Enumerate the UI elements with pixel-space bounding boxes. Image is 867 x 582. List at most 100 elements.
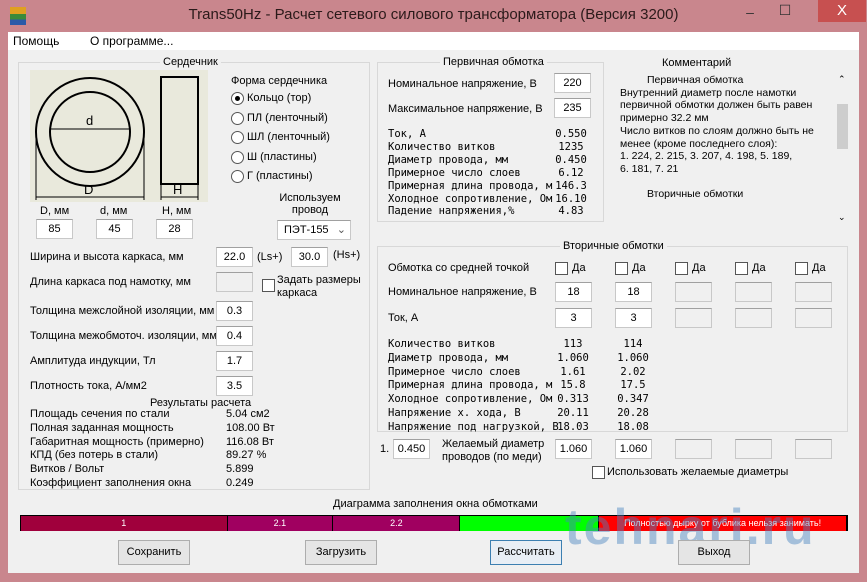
menu-about[interactable]: О программе... <box>90 34 173 48</box>
param-label: Амплитуда индукции, Тл <box>30 355 156 367</box>
shape-label: ПЛ (ленточный) <box>247 111 328 124</box>
ls-label: (Ls+) <box>257 251 283 263</box>
dim-H-input[interactable]: 28 <box>156 219 193 239</box>
secondary-col2-value: 2.02 <box>620 365 646 378</box>
calculate-button[interactable]: Рассчитать <box>490 540 562 565</box>
desired-diameter-input[interactable] <box>675 439 712 459</box>
center-tap-checkbox[interactable] <box>675 262 688 275</box>
minimize-button[interactable]: – <box>735 4 765 26</box>
secondary-col1-value: 1.61 <box>560 365 586 378</box>
label-H: H <box>173 182 182 197</box>
comment-line: Число витков по слоям должно быть не <box>620 124 814 137</box>
primary-row-label: Примерное число слоев <box>388 166 521 179</box>
dim-d-input[interactable]: 45 <box>96 219 133 239</box>
shape-radio[interactable] <box>231 150 244 164</box>
shape-radio[interactable] <box>231 111 244 125</box>
secondary-current-input[interactable] <box>795 308 832 328</box>
frame-width-input[interactable]: 22.0 <box>216 247 253 267</box>
load-button[interactable]: Загрузить <box>305 540 377 565</box>
param-input[interactable]: 1.7 <box>216 351 253 371</box>
set-frame-checkbox[interactable] <box>262 279 275 292</box>
secondary-row-label: Диаметр провода, мм <box>388 351 509 364</box>
secondary-nominal-input[interactable]: 18 <box>615 282 652 302</box>
secondary-nominal-input[interactable] <box>795 282 832 302</box>
secondary-col1-value: 1.060 <box>557 351 589 364</box>
comment-line: 6. 181, 7. 21 <box>620 162 679 175</box>
primary-row-value: 4.83 <box>558 205 584 218</box>
scroll-thumb[interactable] <box>837 104 848 149</box>
dim-D-input[interactable]: 85 <box>36 219 73 239</box>
menu-help[interactable]: Помощь <box>13 34 59 48</box>
use-desired-checkbox[interactable] <box>592 466 605 479</box>
comment-line: Внутренний диаметр после намотки <box>620 86 797 99</box>
save-button[interactable]: Сохранить <box>118 540 190 565</box>
result-value: 5.899 <box>226 463 254 476</box>
primary-max-input[interactable]: 235 <box>554 98 591 118</box>
scroll-down-icon[interactable]: ⌄ <box>838 212 846 223</box>
comment-title: Комментарий <box>662 57 732 69</box>
comment-line: менее (кроме последнего слоя): <box>620 137 778 150</box>
length-input[interactable] <box>216 272 253 292</box>
secondary-nominal-input[interactable] <box>675 282 712 302</box>
title-bar: Trans50Hz - Расчет сетевого силового тра… <box>0 0 867 32</box>
frame-height-input[interactable]: 30.0 <box>291 247 328 267</box>
yes-label: Да <box>692 262 706 274</box>
result-label: Площадь сечения по стали <box>30 408 170 420</box>
param-input[interactable]: 0.4 <box>216 326 253 346</box>
shape-radio[interactable] <box>231 92 244 105</box>
center-tap-checkbox[interactable] <box>615 262 628 275</box>
yes-label: Да <box>572 262 586 274</box>
secondary-current-input[interactable] <box>735 308 772 328</box>
secondary-row-label: Напряжение х. хода, В <box>388 407 521 419</box>
dim-H-label: H, мм <box>162 205 192 217</box>
secondary-current-input[interactable]: 3 <box>615 308 652 328</box>
comment-line: примерно 32.2 мм <box>620 112 709 125</box>
primary-row-value: 6.12 <box>558 166 584 179</box>
primary-row-label: Падение напряжения,% <box>388 205 515 218</box>
maximize-button[interactable]: ☐ <box>770 2 800 24</box>
center-tap-checkbox[interactable] <box>795 262 808 275</box>
shape-title: Форма сердечника <box>231 75 328 87</box>
desired-diameter-input[interactable] <box>795 439 832 459</box>
param-label: Толщина межслойной изоляции, мм <box>30 305 215 317</box>
param-input[interactable]: 3.5 <box>216 376 253 396</box>
menu-bar: Помощь О программе... <box>8 32 859 50</box>
frame-label: Ширина и высота каркаса, мм <box>30 251 184 263</box>
result-label: Коэффициент заполнения окна <box>30 477 192 489</box>
secondary-col1-value: 18.03 <box>557 420 589 433</box>
desired-diameter-input[interactable]: 1.060 <box>615 439 652 459</box>
shape-radio[interactable] <box>231 170 244 183</box>
comment-scrollbar[interactable]: ⌃ ⌄ <box>835 74 850 226</box>
secondary-current-input[interactable] <box>675 308 712 328</box>
scroll-up-icon[interactable]: ⌃ <box>838 74 846 85</box>
desired-primary-input[interactable]: 0.450 <box>393 439 430 459</box>
secondary-col1-value: 15.8 <box>560 379 586 392</box>
desired-label: Желаемый диаметр проводов (по меди) <box>442 438 545 463</box>
result-value: 5.04 см2 <box>226 408 270 420</box>
label-D: D <box>84 182 93 197</box>
secondary-col2-value: 20.28 <box>617 407 649 419</box>
result-label: Габаритная мощность (примерно) <box>30 435 204 448</box>
secondary-row-label: Холодное сопротивление, Ом <box>388 393 553 406</box>
comment-line: Вторичные обмотки <box>647 188 744 201</box>
center-tap-checkbox[interactable] <box>735 262 748 275</box>
wire-select[interactable]: ПЭТ-155 ⌄ <box>277 220 351 240</box>
result-label: Полная заданная мощность <box>30 421 174 434</box>
primary-nominal-input[interactable]: 220 <box>554 73 591 93</box>
desired-diameter-input[interactable] <box>735 439 772 459</box>
result-label: Витков / Вольт <box>30 463 105 476</box>
secondary-current-input[interactable]: 3 <box>555 308 592 328</box>
shape-radio[interactable] <box>231 131 244 144</box>
desired-diameter-input[interactable]: 1.060 <box>555 439 592 459</box>
length-label: Длина каркаса под намотку, мм <box>30 276 191 288</box>
center-tap-checkbox[interactable] <box>555 262 568 275</box>
close-button[interactable]: X <box>818 0 866 22</box>
exit-button[interactable]: Выход <box>678 540 750 565</box>
result-value: 116.08 Вт <box>226 435 274 448</box>
core-drawing: d D H <box>30 70 208 202</box>
secondary-col2-value: 114 <box>623 338 643 350</box>
param-input[interactable]: 0.3 <box>216 301 253 321</box>
secondary-nominal-input[interactable] <box>735 282 772 302</box>
secondary-col1-value: 20.11 <box>557 407 589 419</box>
secondary-nominal-input[interactable]: 18 <box>555 282 592 302</box>
